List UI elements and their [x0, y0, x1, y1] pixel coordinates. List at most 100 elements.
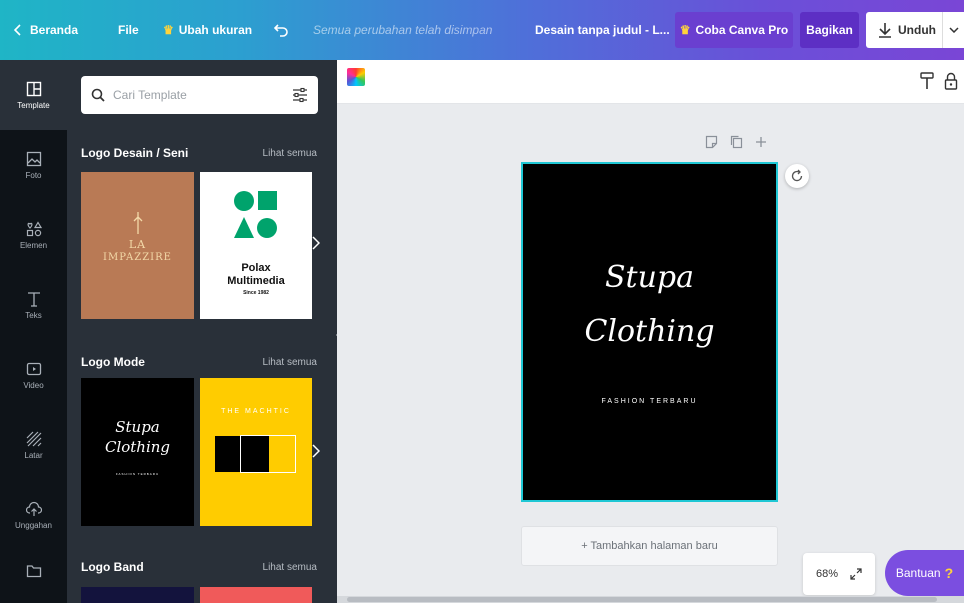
thumb-text-stupa: Stupa	[115, 418, 160, 436]
text-icon	[27, 291, 40, 307]
try-pro-label: Coba Canva Pro	[695, 23, 789, 37]
template-thumb-band-1[interactable]	[81, 587, 194, 603]
crown-icon: ♛	[679, 23, 691, 37]
share-label: Bagikan	[806, 23, 853, 37]
thumb-text-since: Since 1982	[243, 290, 269, 296]
nav-label: Latar	[24, 450, 43, 460]
duplicate-icon[interactable]	[730, 135, 743, 149]
template-thumb-band-2[interactable]	[200, 587, 312, 603]
nav-item-template[interactable]: Template	[0, 60, 67, 130]
file-label: File	[118, 23, 139, 37]
resize-label: Ubah ukuran	[178, 23, 253, 37]
nav-label: Teks	[25, 310, 42, 320]
home-button[interactable]: Beranda	[14, 0, 78, 60]
note-icon[interactable]	[705, 135, 718, 149]
elements-icon	[26, 220, 42, 236]
resize-button[interactable]: ♛ Ubah ukuran	[163, 0, 252, 60]
section-title-design-art: Logo Desain / Seni	[81, 146, 189, 160]
template-thumb-la-impazzire[interactable]: LA IMPAZZIRE	[81, 172, 194, 319]
file-menu[interactable]: File	[118, 0, 139, 60]
rotate-button[interactable]	[785, 164, 809, 188]
paint-format-icon[interactable]	[920, 72, 934, 90]
horizontal-scrollbar[interactable]	[337, 596, 964, 603]
thumb-text-polax: Polax	[241, 262, 271, 274]
nav-item-background[interactable]: Latar	[0, 410, 67, 480]
nav-label: Foto	[25, 170, 42, 180]
section-title-band: Logo Band	[81, 560, 144, 574]
chevron-right-icon[interactable]	[312, 444, 321, 461]
filter-icon[interactable]	[292, 87, 308, 103]
share-button[interactable]: Bagikan	[800, 12, 859, 48]
background-icon	[26, 431, 41, 446]
template-panel: Logo Desain / Seni Lihat semua LA IMPAZZ…	[67, 60, 337, 603]
photo-icon	[26, 151, 41, 166]
video-icon	[26, 362, 41, 375]
editor-toolbar	[337, 60, 964, 104]
nav-label: Elemen	[19, 240, 48, 250]
design-title-line1[interactable]: Stupa	[523, 260, 776, 295]
add-icon[interactable]	[755, 135, 767, 149]
folder-icon	[26, 565, 41, 578]
template-thumb-polax-multimedia[interactable]: Polax Multimedia Since 1982	[200, 172, 312, 319]
nav-label: Video	[23, 380, 44, 390]
upload-icon	[25, 501, 42, 516]
expand-icon[interactable]	[850, 568, 862, 580]
template-icon	[26, 81, 41, 96]
see-all-link[interactable]: Lihat semua	[263, 562, 317, 573]
chevron-down-icon[interactable]	[942, 12, 964, 48]
search-icon	[91, 88, 105, 102]
nav-item-elements[interactable]: Elemen	[0, 200, 67, 270]
section-title-fashion: Logo Mode	[81, 355, 145, 369]
nav-label: Template	[17, 100, 50, 110]
color-picker-icon[interactable]	[347, 68, 365, 86]
top-bar: Beranda File ♛ Ubah ukuran Semua perubah…	[0, 0, 964, 60]
template-search	[81, 76, 318, 114]
feather-icon	[133, 212, 143, 234]
chevron-left-icon	[14, 24, 21, 36]
help-label: Bantuan	[895, 566, 941, 580]
nav-item-text[interactable]: Teks	[0, 270, 67, 340]
nav-item-folder[interactable]	[0, 550, 67, 603]
download-button[interactable]: Unduh	[866, 12, 964, 48]
template-thumb-the-machtic[interactable]: THE MACHTIC	[200, 378, 312, 526]
shapes-logo-icon	[234, 191, 277, 238]
design-canvas-page[interactable]: Stupa Clothing FASHION TERBARU	[521, 162, 778, 502]
document-title[interactable]: Desain tanpa judul - L...	[535, 0, 670, 60]
template-thumb-stupa-clothing[interactable]: Stupa Clothing FASHION TERBARU	[81, 378, 194, 526]
nav-label: Unggahan	[15, 520, 52, 530]
crown-icon: ♛	[163, 23, 174, 37]
chevron-right-icon[interactable]	[312, 236, 321, 253]
save-status: Semua perubahan telah disimpan	[313, 23, 493, 37]
undo-button[interactable]	[273, 0, 289, 60]
nav-item-upload[interactable]: Unggahan	[0, 480, 67, 550]
thumb-text-fashion: FASHION TERBARU	[115, 472, 160, 476]
thumb-text-la: LA	[128, 238, 147, 251]
thumb-text-machtic: THE MACHTIC	[221, 408, 291, 415]
design-title-line2[interactable]: Clothing	[523, 314, 776, 349]
see-all-link[interactable]: Lihat semua	[263, 148, 317, 159]
zoom-level: 68%	[815, 568, 839, 580]
see-all-link[interactable]: Lihat semua	[263, 357, 317, 368]
help-mark: ?	[944, 565, 954, 581]
thumb-text-impazzire: IMPAZZIRE	[103, 252, 172, 263]
help-button[interactable]: Bantuan ?	[885, 550, 964, 596]
search-input[interactable]	[113, 88, 283, 102]
thumb-text-clothing: Clothing	[104, 438, 171, 456]
thumb-text-multimedia: Multimedia	[227, 275, 285, 287]
refresh-icon	[791, 169, 803, 182]
side-navigation: Template Foto Elemen Teks Video Latar Un…	[0, 60, 67, 603]
download-icon	[879, 23, 891, 38]
page-tools	[705, 135, 767, 149]
nav-item-photo[interactable]: Foto	[0, 130, 67, 200]
try-pro-button[interactable]: ♛ Coba Canva Pro	[675, 12, 793, 48]
thumb-outline-box	[240, 435, 296, 473]
zoom-control[interactable]: 68%	[803, 553, 875, 595]
download-label: Unduh	[898, 23, 936, 37]
add-page-button[interactable]: + Tambahkan halaman baru	[521, 526, 778, 566]
scrollbar-thumb[interactable]	[347, 597, 937, 602]
home-label: Beranda	[30, 23, 79, 37]
design-subtitle[interactable]: FASHION TERBARU	[523, 398, 776, 405]
nav-item-video[interactable]: Video	[0, 340, 67, 410]
lock-icon[interactable]	[944, 72, 958, 90]
undo-icon	[273, 24, 288, 37]
